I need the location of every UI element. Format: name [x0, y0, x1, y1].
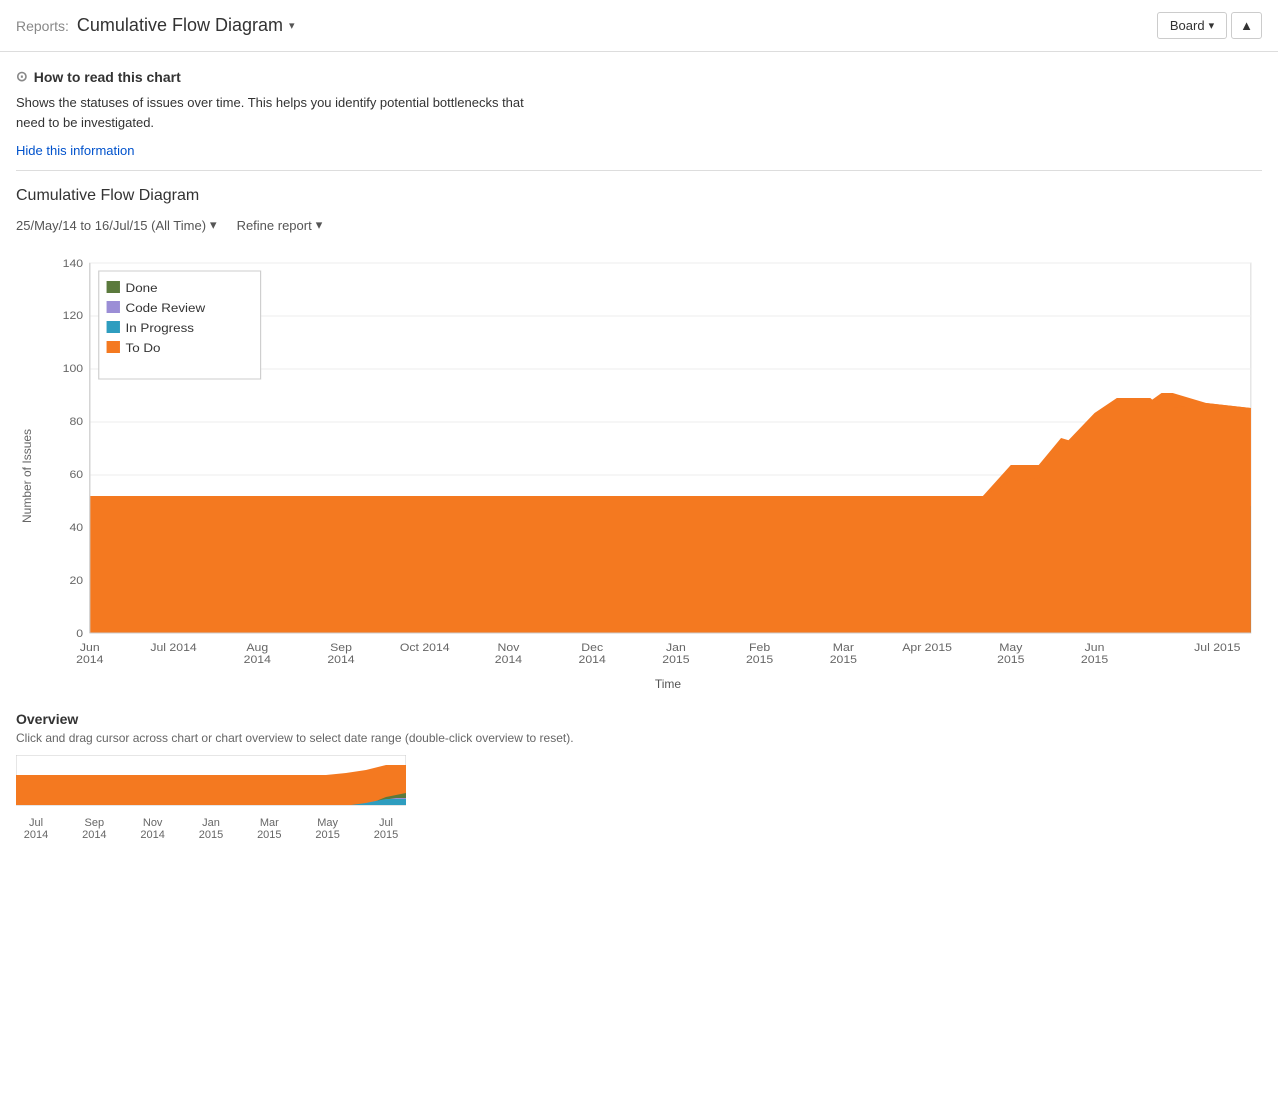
info-section: ⊙ How to read this chart Shows the statu…: [0, 52, 1278, 170]
overview-x-label-6: May 2015: [308, 817, 348, 841]
svg-text:0: 0: [76, 628, 83, 640]
title-dropdown-arrow: ▾: [289, 19, 295, 32]
svg-text:2015: 2015: [997, 654, 1024, 666]
overview-chart-wrap[interactable]: Jul 2014 Sep 2014 Nov 2014 Jan 2015 Mar …: [16, 755, 1262, 841]
header-title: Reports: Cumulative Flow Diagram ▾: [16, 15, 295, 36]
svg-text:Jun: Jun: [80, 642, 100, 654]
info-description: Shows the statuses of issues over time. …: [16, 93, 556, 132]
overview-x-labels: Jul 2014 Sep 2014 Nov 2014 Jan 2015 Mar …: [16, 817, 406, 841]
svg-text:2014: 2014: [76, 654, 104, 666]
svg-text:Oct 2014: Oct 2014: [400, 642, 450, 654]
svg-text:Done: Done: [126, 281, 158, 295]
svg-text:Jul 2014: Jul 2014: [150, 642, 197, 654]
chart-section-title: Cumulative Flow Diagram: [16, 187, 1262, 205]
svg-text:60: 60: [69, 469, 83, 481]
svg-text:40: 40: [69, 522, 83, 534]
svg-text:2014: 2014: [327, 654, 355, 666]
svg-text:2015: 2015: [662, 654, 689, 666]
refine-report-button[interactable]: Refine report ▾: [237, 217, 323, 233]
svg-text:Jul 2015: Jul 2015: [1194, 642, 1240, 654]
svg-text:Nov: Nov: [498, 642, 520, 654]
svg-text:Apr 2015: Apr 2015: [902, 642, 952, 654]
svg-text:Sep: Sep: [330, 642, 352, 654]
overview-x-label-4: Jan 2015: [191, 817, 231, 841]
svg-text:20: 20: [69, 575, 83, 587]
overview-x-label-1: Jul 2014: [16, 817, 56, 841]
overview-desc: Click and drag cursor across chart or ch…: [16, 731, 1262, 745]
svg-text:Jun: Jun: [1085, 642, 1105, 654]
svg-text:To Do: To Do: [126, 341, 161, 355]
date-range-button[interactable]: 25/May/14 to 16/Jul/15 (All Time) ▾: [16, 217, 217, 233]
help-icon: ⊙: [16, 68, 28, 85]
svg-text:Dec: Dec: [581, 642, 603, 654]
svg-text:2015: 2015: [830, 654, 857, 666]
svg-text:Feb: Feb: [749, 642, 770, 654]
svg-text:2014: 2014: [495, 654, 523, 666]
overview-x-label-3: Nov 2014: [133, 817, 173, 841]
overview-x-label-2: Sep 2014: [74, 817, 114, 841]
header-bar: Reports: Cumulative Flow Diagram ▾ Board…: [0, 0, 1278, 52]
main-chart-wrap: Number of Issues 0 20 40 60 80: [16, 253, 1262, 699]
svg-text:140: 140: [63, 258, 84, 270]
reports-label: Reports:: [16, 18, 69, 34]
svg-text:May: May: [999, 642, 1022, 654]
board-button[interactable]: Board ▾: [1157, 12, 1227, 39]
overview-x-label-7: Jul 2015: [366, 817, 406, 841]
svg-text:2014: 2014: [579, 654, 607, 666]
svg-text:80: 80: [69, 416, 83, 428]
svg-text:2014: 2014: [244, 654, 272, 666]
header-buttons: Board ▾ ▲: [1157, 12, 1262, 39]
svg-text:Mar: Mar: [833, 642, 854, 654]
main-chart-svg: 0 20 40 60 80 100 120 140: [34, 253, 1262, 673]
diagram-title-dropdown[interactable]: Cumulative Flow Diagram ▾: [77, 15, 295, 36]
x-axis-time-label: Time: [74, 677, 1262, 699]
svg-text:2015: 2015: [1081, 654, 1108, 666]
y-axis-label: Number of Issues: [16, 253, 34, 699]
svg-text:120: 120: [63, 310, 84, 322]
overview-chart-svg[interactable]: [16, 755, 406, 815]
svg-text:2015: 2015: [746, 654, 773, 666]
overview-x-label-5: Mar 2015: [249, 817, 289, 841]
overview-title: Overview: [16, 711, 1262, 727]
overview-section: Overview Click and drag cursor across ch…: [0, 699, 1278, 857]
chart-section: Cumulative Flow Diagram 25/May/14 to 16/…: [0, 171, 1278, 699]
svg-text:Jan: Jan: [666, 642, 686, 654]
svg-text:100: 100: [63, 363, 84, 375]
chart-area: 0 20 40 60 80 100 120 140: [34, 253, 1262, 699]
svg-text:Aug: Aug: [246, 642, 268, 654]
svg-text:In Progress: In Progress: [126, 321, 194, 335]
collapse-button[interactable]: ▲: [1231, 12, 1262, 39]
date-range-row: 25/May/14 to 16/Jul/15 (All Time) ▾ Refi…: [16, 217, 1262, 233]
svg-text:Code Review: Code Review: [126, 301, 206, 315]
hide-info-link[interactable]: Hide this information: [16, 143, 135, 158]
info-title: ⊙ How to read this chart: [16, 68, 1262, 85]
